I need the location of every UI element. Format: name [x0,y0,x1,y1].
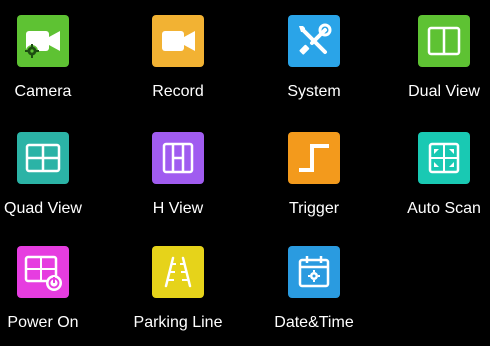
menu-item-power-on[interactable]: Power On [0,246,103,346]
power-on-icon [17,246,69,298]
menu-item-dual-view[interactable]: Dual View [384,15,490,115]
calendar-icon [288,246,340,298]
record-icon [152,15,204,67]
menu-item-parking-line[interactable]: Parking Line [118,246,238,346]
dual-view-icon [418,15,470,67]
menu-item-trigger[interactable]: Trigger [254,132,374,232]
auto-scan-icon [418,132,470,184]
menu-item-system[interactable]: System [254,15,374,115]
camera-icon [17,15,69,67]
menu-item-camera[interactable]: Camera [0,15,103,115]
main-menu-grid: Camera Record System Dual View Quad View… [0,0,490,334]
h-view-icon [152,132,204,184]
system-tools-icon [288,15,340,67]
menu-item-label: Date&Time [274,314,354,331]
trigger-icon [288,132,340,184]
menu-item-date-time[interactable]: Date&Time [254,246,374,346]
menu-item-quad-view[interactable]: Quad View [0,132,103,232]
menu-item-label: Dual View [408,83,480,100]
menu-item-record[interactable]: Record [118,15,238,115]
menu-item-label: Auto Scan [407,200,481,217]
quad-view-icon [17,132,69,184]
menu-item-h-view[interactable]: H View [118,132,238,232]
menu-item-auto-scan[interactable]: Auto Scan [384,132,490,232]
parking-line-icon [152,246,204,298]
